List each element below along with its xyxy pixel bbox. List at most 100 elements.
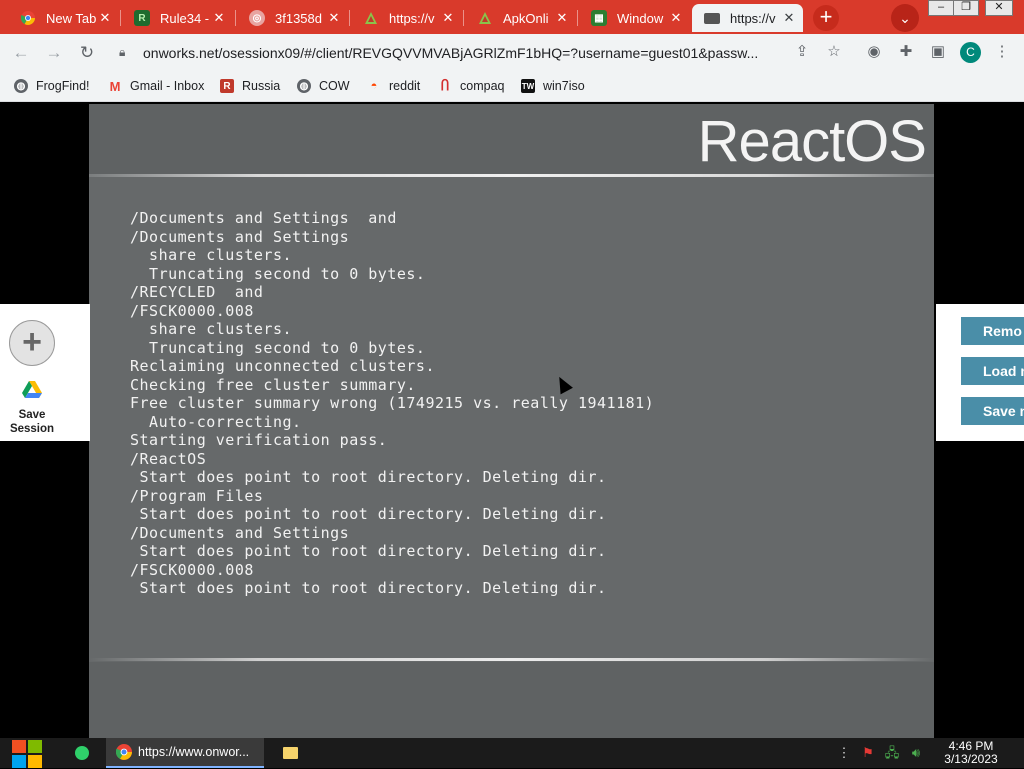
close-icon[interactable]: ✕ (554, 10, 570, 26)
load-button[interactable]: Load n (961, 357, 1024, 385)
clock[interactable]: 4:46 PM 3/13/2023 (936, 740, 1006, 766)
reload-icon: ↻ (79, 43, 95, 62)
bookmark-label: Russia (242, 79, 281, 93)
bookmark-label: COW (319, 79, 350, 93)
tab-window[interactable]: ▦ Window ✕ (579, 4, 690, 32)
globe-icon: ◍ (297, 79, 311, 93)
menu-icon[interactable]: ⋮ (992, 42, 1012, 62)
windows-taskbar: https://www.onwor... ⋮ ⚑ 🖧︎ 🔊︎ 4:46 PM 3… (0, 738, 1024, 768)
tab-title: https://v (389, 10, 435, 26)
console-line: Start does point to root directory. Dele… (130, 505, 607, 523)
close-icon[interactable]: ✕ (668, 10, 684, 26)
flag-icon[interactable]: ⚑ (860, 745, 876, 761)
tab-title: Window (617, 10, 664, 26)
console-line: Reclaiming unconnected clusters. (130, 357, 435, 375)
console-line: Truncating second to 0 bytes. (130, 338, 426, 357)
apk-icon (477, 10, 493, 26)
reddit-icon: ◓ (370, 80, 378, 92)
console-line: /Documents and Settings (130, 227, 350, 246)
bookmark-label: FrogFind! (36, 79, 90, 93)
tab-search-button[interactable]: ⌄ (891, 4, 919, 32)
add-button[interactable]: + (9, 320, 55, 366)
console-line: /RECYCLED and (130, 283, 264, 301)
remove-button[interactable]: Remo (961, 317, 1024, 345)
russia-icon: R (220, 79, 234, 93)
tab-new-tab[interactable]: New Tab ✕ (8, 4, 119, 32)
close-icon[interactable]: ✕ (97, 10, 113, 26)
vm-header: ReactOS (89, 104, 934, 176)
forward-button[interactable]: → (43, 42, 65, 64)
tab-3f1358d[interactable]: ◎ 3f1358d ✕ (237, 4, 348, 32)
bookmark-win7iso[interactable]: TW win7iso (521, 77, 585, 95)
extension-icon[interactable]: ◉ (864, 42, 884, 62)
plus-icon: + (22, 323, 42, 361)
rule34-icon: R (134, 10, 150, 26)
console-line: Start does point to root directory. Dele… (130, 542, 607, 560)
tab-title: ApkOnli (503, 10, 549, 26)
back-arrow-icon: ← (12, 43, 30, 62)
console-line: /Documents and Settings and (130, 209, 397, 227)
console-line: /FSCK0000.008 (130, 301, 254, 320)
window-icon: ▦ (591, 10, 607, 26)
tab-rule34[interactable]: R Rule34 - ✕ (122, 4, 233, 32)
bookmark-label: Gmail - Inbox (130, 79, 205, 93)
url-text[interactable]: onworks.net/osessionx09/#/client/REVGQVV… (143, 45, 758, 61)
minimize-button[interactable]: – (928, 0, 954, 16)
back-button[interactable]: ← (10, 42, 32, 64)
close-icon[interactable]: ✕ (211, 10, 227, 26)
save-button[interactable]: Save n (961, 397, 1024, 425)
side-panel-icon[interactable]: ▣ (928, 42, 948, 62)
restore-button[interactable]: ❐ (953, 0, 979, 16)
lock-icon: 🔒︎ (119, 45, 126, 59)
google-drive-icon[interactable] (22, 380, 42, 400)
left-side-panel: + Save Session (0, 304, 90, 441)
bookmark-frogfind[interactable]: ◍ FrogFind! (14, 77, 90, 95)
chrome-icon (20, 10, 36, 26)
forward-arrow-icon: → (45, 43, 63, 62)
close-icon[interactable]: ✕ (781, 10, 797, 26)
bookmark-star-icon[interactable]: ☆ (824, 42, 844, 62)
console-line: Truncating second to 0 bytes. (130, 264, 426, 283)
screen-icon (704, 12, 720, 24)
bookmark-cow[interactable]: ◍ COW (297, 77, 350, 95)
reload-button[interactable]: ↻ (76, 42, 98, 64)
clock-date: 3/13/2023 (944, 752, 998, 766)
tab-apkonline[interactable]: ApkOnli ✕ (465, 4, 576, 32)
start-button[interactable] (10, 739, 44, 769)
network-icon[interactable]: 🖧︎ (884, 745, 900, 761)
console-line: Free cluster summary wrong (1749215 vs. … (130, 394, 655, 412)
more-icon[interactable]: ⋮ (836, 745, 852, 761)
tab-https-active[interactable]: https://v ✕ (692, 4, 803, 32)
new-tab-button[interactable]: + (813, 5, 839, 31)
taskbar-app[interactable] (72, 738, 92, 768)
taskbar-file-explorer[interactable] (280, 738, 300, 768)
close-icon[interactable]: ✕ (440, 10, 456, 26)
profile-avatar[interactable]: C (960, 42, 981, 63)
address-bar[interactable]: 🔒︎ onworks.net/osessionx09/#/client/REVG… (110, 38, 780, 67)
remote-vm-screen[interactable]: ReactOS /Documents and Settings and/Docu… (89, 104, 934, 738)
page-content: ReactOS /Documents and Settings and/Docu… (0, 102, 1024, 738)
tab-https-1[interactable]: https://v ✕ (351, 4, 462, 32)
bookmark-gmail[interactable]: M Gmail - Inbox (108, 77, 205, 95)
gmail-icon: M (109, 78, 121, 94)
puzzle-icon[interactable]: ✚ (896, 42, 916, 62)
tab-title: https://v (730, 10, 776, 26)
share-icon[interactable]: ⇪ (792, 42, 812, 62)
tab-title: Rule34 - (160, 10, 210, 26)
close-icon[interactable]: ✕ (326, 10, 342, 26)
console-line: share clusters. (130, 246, 293, 264)
bookmark-reddit[interactable]: ◓ reddit (367, 77, 421, 95)
tab-title: 3f1358d (275, 10, 322, 26)
save-session-label[interactable]: Save Session (4, 408, 60, 436)
tab-strip: New Tab ✕ R Rule34 - ✕ ◎ 3f1358d ✕ https… (0, 0, 1024, 34)
console-line: /Documents and Settings (130, 523, 350, 542)
volume-icon[interactable]: 🔊︎ (908, 745, 924, 761)
folder-icon (282, 747, 298, 759)
bookmark-russia[interactable]: R Russia (220, 77, 280, 95)
divider (89, 174, 934, 177)
bookmark-compaq[interactable]: Ⴖ compaq (438, 77, 505, 95)
bookmark-label: win7iso (543, 79, 585, 93)
globe-icon: ◎ (249, 10, 265, 26)
taskbar-chrome[interactable]: https://www.onwor... (106, 738, 264, 768)
close-window-button[interactable]: ✕ (985, 0, 1013, 16)
